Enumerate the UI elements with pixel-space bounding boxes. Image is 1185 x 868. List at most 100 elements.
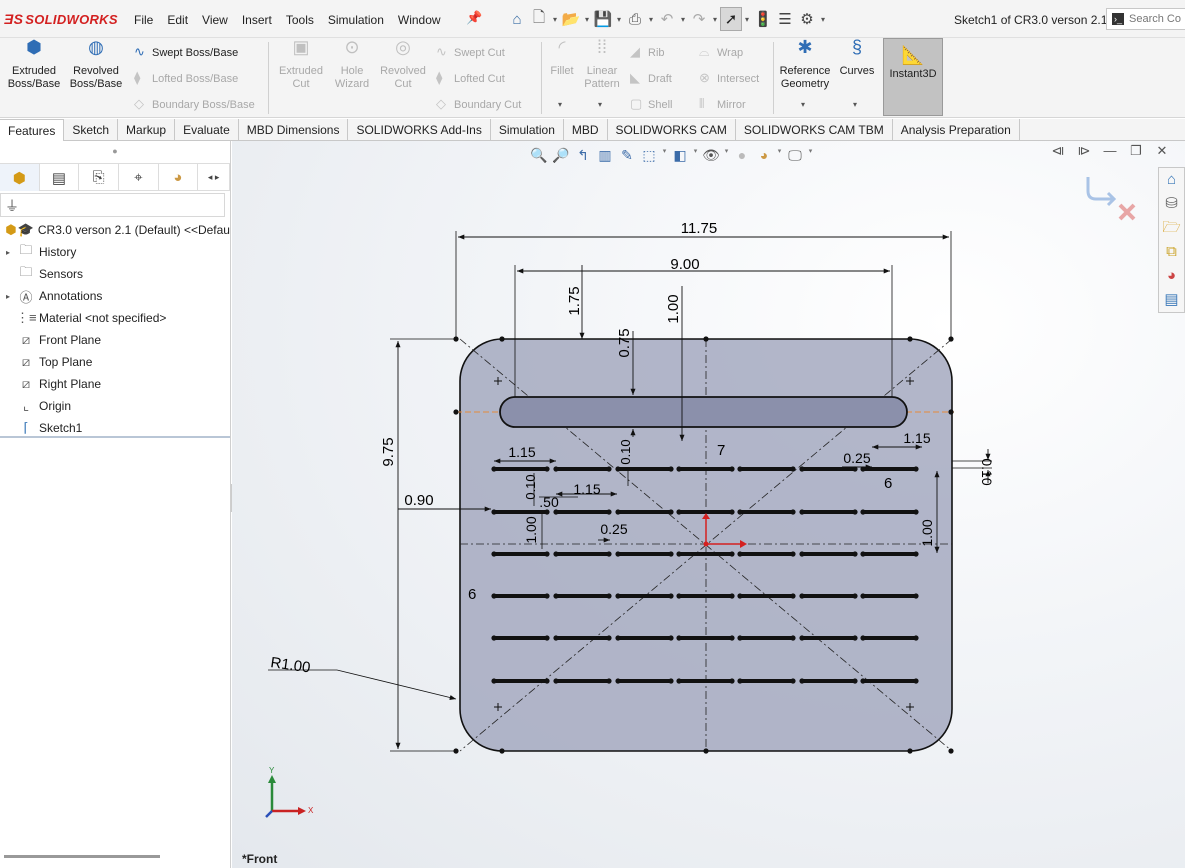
dimxpert-manager-tab-icon[interactable]: ⌖ (119, 164, 159, 191)
slot-end-point (668, 551, 674, 557)
tree-item-front-plane[interactable]: ⧄ Front Plane (0, 329, 230, 351)
new-document-icon[interactable]: 🗋 (528, 7, 550, 31)
expand-arrow-icon[interactable]: ▸ (6, 292, 16, 301)
tree-item-annotations[interactable]: ▸ Ⓐ Annotations (0, 285, 230, 307)
menu-view[interactable]: View (202, 13, 228, 27)
tree-item-material[interactable]: ⋮≡ Material <not specified> (0, 307, 230, 329)
pin-icon[interactable]: 📌 (466, 10, 482, 26)
tab-evaluate[interactable]: Evaluate (175, 119, 239, 141)
tab-analysis-preparation[interactable]: Analysis Preparation (893, 119, 1020, 141)
dimension-fillet-radius[interactable]: R1.00 (268, 654, 457, 700)
save-dropdown-icon[interactable]: ▾ (614, 7, 624, 31)
reference-geometry-dropdown-icon[interactable]: ▾ (801, 100, 805, 109)
column-count-label[interactable]: 7 (717, 442, 725, 459)
revolved-cut-button[interactable]: ◎ Revolved Cut (376, 38, 430, 91)
extruded-boss-button[interactable]: ⬢ Extruded Boss/Base (6, 38, 62, 91)
row-count-right-label[interactable]: 6 (884, 475, 892, 492)
curves-button[interactable]: § Curves (836, 38, 878, 78)
file-properties-icon[interactable]: ☰ (774, 7, 796, 31)
swept-cut-button[interactable]: ∿ Swept Cut (436, 44, 505, 60)
wrap-button[interactable]: ⌓ Wrap (699, 44, 743, 60)
rebuild-traffic-light-icon[interactable]: 🚦 (752, 7, 774, 31)
sketch-canvas[interactable]: 11.75 9.00 1.75 1.00 0.75 9.75 0.90 R1.0… (232, 141, 1185, 868)
options-gear-icon[interactable]: ⚙ (796, 7, 818, 31)
undo-dropdown-icon[interactable]: ▾ (678, 7, 688, 31)
menu-file[interactable]: File (134, 13, 153, 27)
tab-scroll-arrows-icon[interactable]: ◂ ▸ (198, 164, 230, 191)
tree-root-part[interactable]: ⬢ 🎓 CR3.0 verson 2.1 (Default) <<Defau (0, 219, 230, 241)
shell-button[interactable]: ▢ Shell (630, 96, 672, 112)
mirror-button[interactable]: ⫴ Mirror (699, 96, 746, 112)
property-manager-tab-icon[interactable]: ▤ (40, 164, 80, 191)
new-dropdown-icon[interactable]: ▾ (550, 7, 560, 31)
configuration-manager-tab-icon[interactable]: ⎘ (79, 164, 119, 191)
menu-window[interactable]: Window (398, 13, 441, 27)
rollback-bar[interactable] (0, 436, 230, 438)
revolved-boss-button[interactable]: ◍ Revolved Boss/Base (68, 38, 124, 91)
panel-grip-icon[interactable]: ● (0, 141, 230, 163)
open-dropdown-icon[interactable]: ▾ (582, 7, 592, 31)
extruded-cut-button[interactable]: ▣ Extruded Cut (274, 38, 328, 91)
search-commands-input[interactable]: ›_ Search Co (1106, 8, 1185, 30)
tree-filter[interactable]: ⏚ (0, 193, 225, 217)
expand-arrow-icon[interactable]: ▸ (6, 248, 16, 257)
tree-item-history[interactable]: ▸ 🗀 History (0, 241, 230, 263)
tab-solidworks-add-ins[interactable]: SOLIDWORKS Add-Ins (348, 119, 491, 141)
tree-item-origin[interactable]: ⌞ Origin (0, 395, 230, 417)
tab-features[interactable]: Features (0, 119, 65, 141)
reference-geometry-button[interactable]: ✱ Reference Geometry (777, 38, 833, 91)
top-slot[interactable] (499, 396, 908, 428)
row-count-left-label[interactable]: 6 (468, 586, 476, 603)
redo-dropdown-icon[interactable]: ▾ (710, 7, 720, 31)
dimension-slot-width-c[interactable]: 0.10 (952, 449, 995, 486)
undo-icon[interactable]: ↶ (656, 7, 678, 31)
menu-tools[interactable]: Tools (286, 13, 314, 27)
tab-markup[interactable]: Markup (118, 119, 176, 141)
print-dropdown-icon[interactable]: ▾ (646, 7, 656, 31)
intersect-button[interactable]: ⊗ Intersect (699, 70, 759, 86)
fillet-button[interactable]: ◜ Fillet (545, 38, 579, 78)
draft-button[interactable]: ◣ Draft (630, 70, 672, 86)
menu-simulation[interactable]: Simulation (328, 13, 384, 27)
feature-manager-tab-icon[interactable]: ⬢ (0, 164, 40, 191)
options-dropdown-icon[interactable]: ▾ (818, 7, 828, 31)
curves-dropdown-icon[interactable]: ▾ (853, 100, 857, 109)
save-icon[interactable]: 💾 (592, 7, 614, 31)
tab-simulation[interactable]: Simulation (491, 119, 564, 141)
menu-edit[interactable]: Edit (167, 13, 188, 27)
boundary-boss-button[interactable]: ◇ Boundary Boss/Base (134, 96, 255, 112)
dimension-slot-offset[interactable]: 1.75 (566, 265, 585, 339)
tab-solidworks-cam[interactable]: SOLIDWORKS CAM (608, 119, 736, 141)
swept-boss-button[interactable]: ∿ Swept Boss/Base (134, 44, 238, 60)
tree-item-sensors[interactable]: 🗀 Sensors (0, 263, 230, 285)
pattern-dropdown-icon[interactable]: ▾ (598, 100, 602, 109)
boundary-cut-button[interactable]: ◇ Boundary Cut (436, 96, 521, 112)
dimension-overall-height[interactable]: 9.75 (380, 338, 456, 752)
dimension-overall-width[interactable]: 11.75 (455, 220, 952, 339)
select-cursor-icon[interactable]: ➚ (720, 7, 742, 31)
fillet-dropdown-icon[interactable]: ▾ (558, 100, 562, 109)
tab-sketch[interactable]: Sketch (64, 119, 119, 141)
print-icon[interactable]: ⎙ (624, 7, 646, 31)
tab-mbd-dimensions[interactable]: MBD Dimensions (239, 119, 349, 141)
tree-item-right-plane[interactable]: ⧄ Right Plane (0, 373, 230, 395)
instant3d-button[interactable]: 📐 Instant3D (883, 38, 943, 116)
hole-wizard-button[interactable]: ⊙ Hole Wizard (326, 38, 378, 91)
display-manager-tab-icon[interactable]: ◕ (159, 164, 199, 191)
tree-item-top-plane[interactable]: ⧄ Top Plane (0, 351, 230, 373)
linear-pattern-button[interactable]: ⁞⁞ Linear Pattern (580, 38, 624, 91)
home-icon[interactable]: ⌂ (506, 7, 528, 31)
rib-button[interactable]: ◢ Rib (630, 44, 665, 60)
tab-solidworks-cam-tbm[interactable]: SOLIDWORKS CAM TBM (736, 119, 893, 141)
slot-end-point (676, 593, 682, 599)
panel-horizontal-scrollbar[interactable] (4, 855, 160, 858)
tab-mbd[interactable]: MBD (564, 119, 608, 141)
menu-insert[interactable]: Insert (242, 13, 272, 27)
lofted-cut-button[interactable]: ⧫ Lofted Cut (436, 70, 505, 86)
redo-icon[interactable]: ↷ (688, 7, 710, 31)
select-dropdown-icon[interactable]: ▾ (742, 7, 752, 31)
lofted-boss-button[interactable]: ⧫ Lofted Boss/Base (134, 70, 238, 86)
dimension-col-gap-b[interactable]: 0.25 (842, 450, 872, 470)
graphics-area[interactable]: 🔍 🔎 ↰ ▥ ✎ ⬚ ▾ ◧ ▾ 👁 ▾ ● ◕ ▾ 🖵 ▾ ⧏ ⧐ — ❐ … (232, 141, 1185, 868)
open-folder-icon[interactable]: 📂 (560, 7, 582, 31)
